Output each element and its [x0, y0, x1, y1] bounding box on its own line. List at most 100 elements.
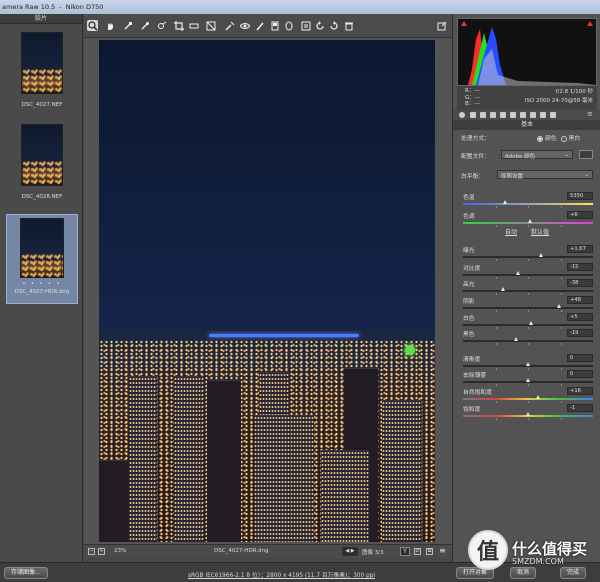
chevron-down-icon: ⌄	[564, 152, 569, 158]
slider-value-field[interactable]: 0	[567, 370, 593, 378]
zoom-out-button[interactable]: −	[88, 548, 95, 555]
slider-value-field[interactable]: -1	[567, 404, 593, 412]
tab-split-toning-icon[interactable]	[500, 112, 506, 118]
slider-value-field[interactable]: +6	[567, 211, 593, 219]
slider-value-field[interactable]: 5350	[567, 192, 593, 200]
slider-value-field[interactable]: +5	[567, 313, 593, 321]
trash-icon[interactable]	[343, 20, 354, 31]
slider-handle[interactable]	[516, 271, 521, 275]
export-icon[interactable]	[436, 20, 447, 31]
highlight-clipping-icon[interactable]	[587, 21, 593, 26]
slider-handle[interactable]	[538, 253, 543, 257]
tab-lens-icon[interactable]	[510, 112, 516, 118]
filmstrip-item[interactable]: DSC_4027.NEF	[6, 32, 78, 108]
tab-effects-icon[interactable]	[520, 112, 526, 118]
filmstrip-item[interactable]: DSC_4028.NEF	[6, 124, 78, 200]
tab-hsl-icon[interactable]	[490, 112, 496, 118]
save-image-button[interactable]: 存储图像...	[4, 567, 48, 579]
white-balance-select[interactable]: 原照设置 ⌄	[497, 170, 593, 180]
slider-value-field[interactable]: -15	[567, 263, 593, 271]
slider-value-field[interactable]: +16	[567, 387, 593, 395]
chevron-down-icon: ⌄	[584, 172, 589, 178]
transform-icon[interactable]	[205, 20, 216, 31]
slider-handle[interactable]	[529, 321, 534, 325]
slider-tick	[495, 418, 497, 420]
rotate-ccw-icon[interactable]	[314, 20, 325, 31]
slider-value-field[interactable]: +48	[567, 296, 593, 304]
zoom-in-button[interactable]: +	[98, 548, 105, 555]
shadow-clipping-icon[interactable]	[461, 21, 467, 26]
slider-track[interactable]	[463, 362, 593, 370]
tab-basic-icon[interactable]	[459, 112, 465, 118]
photo-building	[99, 460, 129, 542]
readout-g: G：---	[465, 94, 481, 101]
crop-icon[interactable]	[173, 20, 184, 31]
slider-track[interactable]	[463, 321, 593, 329]
straighten-icon[interactable]	[188, 20, 199, 31]
graduated-filter-icon[interactable]	[269, 20, 280, 31]
rating-stars[interactable]: • • • • •	[7, 281, 77, 287]
photo-preview[interactable]	[99, 40, 435, 542]
slider-track[interactable]	[463, 253, 593, 261]
tab-detail-icon[interactable]	[480, 112, 486, 118]
slider-track[interactable]	[463, 337, 593, 345]
slider-handle[interactable]	[513, 337, 518, 341]
preferences-icon[interactable]	[300, 20, 311, 31]
slider-handle[interactable]	[528, 219, 533, 223]
camera-exposure: f/2.8 1/100 秒	[555, 89, 593, 95]
slider-track[interactable]	[463, 412, 593, 420]
slider-track[interactable]	[463, 271, 593, 279]
tab-presets-icon[interactable]	[540, 112, 546, 118]
default-button[interactable]: 默认值	[531, 229, 549, 236]
adjustment-brush-icon[interactable]	[254, 20, 265, 31]
red-eye-icon[interactable]	[239, 20, 250, 31]
image-canvas[interactable]	[84, 38, 452, 544]
slider-track[interactable]	[463, 200, 593, 208]
swap-icon[interactable]: ⇄	[414, 548, 421, 555]
tab-tone-curve-icon[interactable]	[470, 112, 476, 118]
tab-snapshots-icon[interactable]	[550, 112, 556, 118]
slider-handle[interactable]	[525, 362, 530, 366]
slider-track[interactable]	[463, 378, 593, 386]
rotate-cw-icon[interactable]	[328, 20, 339, 31]
spot-removal-icon[interactable]	[224, 20, 235, 31]
image-count: 图像 3/3	[362, 550, 384, 556]
auto-button[interactable]: 自动	[505, 229, 517, 236]
radial-filter-icon[interactable]	[283, 20, 294, 31]
panel-tabs: ≡	[453, 110, 600, 120]
hand-icon[interactable]	[104, 20, 115, 31]
slider-value-field[interactable]: +1.67	[567, 245, 593, 253]
workflow-options-link[interactable]: sRGB IEC61966-2.1 8 位）；2800 x 4195 (11.7…	[188, 570, 375, 579]
profile-browser-icon[interactable]	[579, 150, 593, 159]
slider-handle[interactable]	[525, 378, 530, 382]
slider-handle[interactable]	[556, 304, 561, 308]
zoom-level[interactable]: 23%	[114, 548, 126, 554]
tab-calibration-icon[interactable]	[530, 112, 536, 118]
slider-label: 去除薄雾	[463, 373, 487, 379]
slider-tick	[560, 259, 562, 261]
target-adjust-icon[interactable]	[156, 20, 167, 31]
slider-track[interactable]	[463, 395, 593, 403]
filmstrip-item-selected[interactable]: • • • • • DSC_4027-HDR.dng	[6, 214, 78, 304]
slider-track[interactable]	[463, 219, 593, 227]
treatment-color-radio[interactable]	[537, 135, 543, 142]
panel-menu-icon[interactable]: ≡	[587, 110, 593, 118]
zoom-icon[interactable]	[87, 20, 98, 31]
slider-value-field[interactable]: 0	[567, 354, 593, 362]
slider-handle[interactable]	[525, 412, 530, 416]
image-nav-buttons[interactable]: ◀ ▶	[342, 547, 358, 556]
white-balance-icon[interactable]	[122, 20, 133, 31]
slider-handle[interactable]	[503, 200, 508, 204]
slider-track[interactable]	[463, 304, 593, 312]
slider-handle[interactable]	[500, 287, 505, 291]
before-after-button[interactable]: Y	[400, 547, 410, 556]
color-sampler-icon[interactable]	[139, 20, 150, 31]
slider-handle[interactable]	[535, 395, 540, 399]
copy-settings-icon[interactable]: ⧉	[426, 548, 433, 555]
profile-select[interactable]: Adobe 颜色 ⌄	[501, 150, 573, 160]
treatment-bw-radio[interactable]	[560, 135, 567, 142]
menu-icon[interactable]: ≡	[439, 547, 446, 555]
slider-value-field[interactable]: -19	[567, 329, 593, 337]
slider-track[interactable]	[463, 287, 593, 295]
slider-value-field[interactable]: -38	[567, 279, 593, 287]
